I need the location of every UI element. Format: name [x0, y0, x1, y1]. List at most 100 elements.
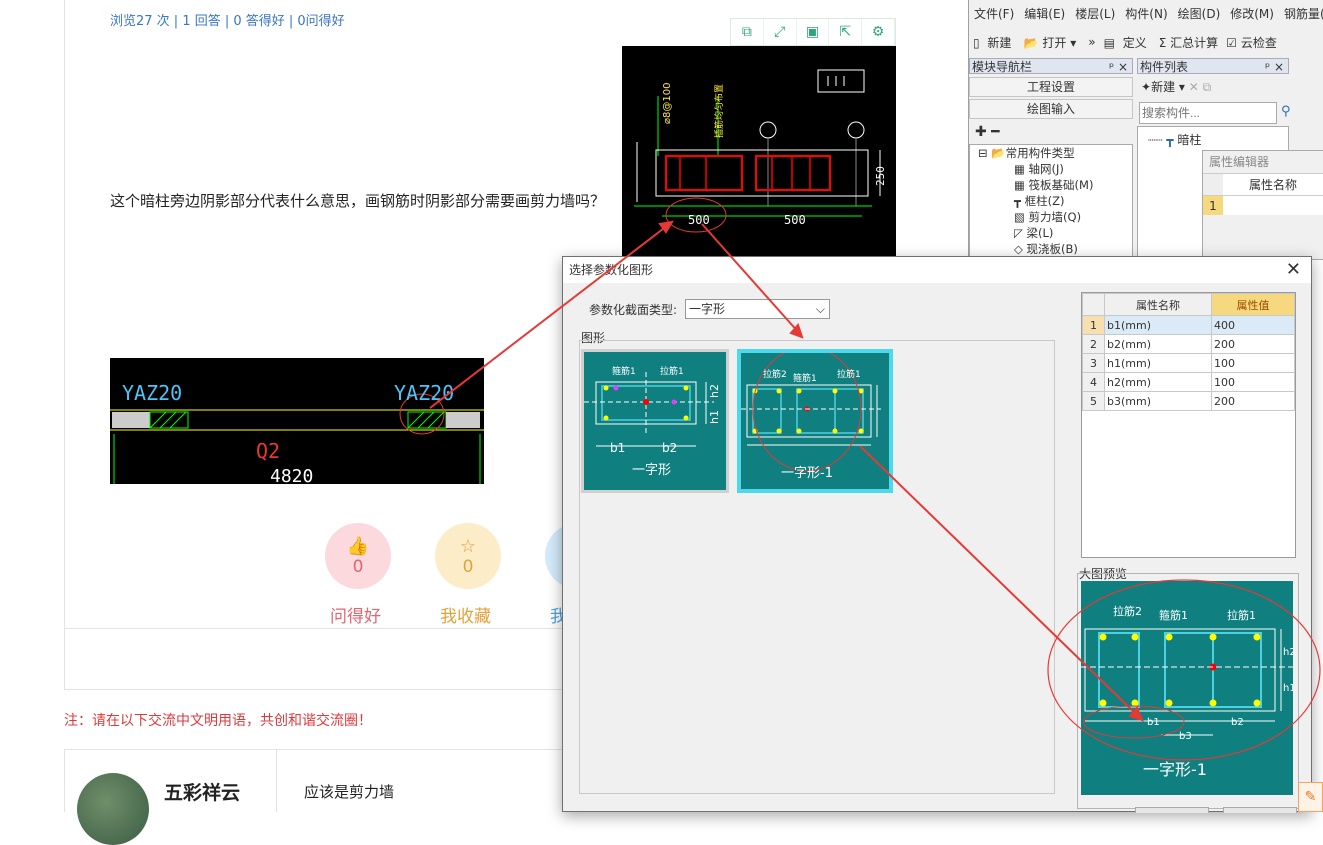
answer-border-top — [64, 749, 564, 750]
component-item-hidden-column[interactable]: ┈┈ ┳ 暗柱 — [1138, 127, 1288, 148]
menu-modify[interactable]: 修改(M) — [1225, 5, 1279, 22]
cad-annotation-rebar: ⌀8@100 — [662, 83, 673, 124]
cloud-check-button[interactable]: ☑ 云检查 — [1222, 34, 1285, 51]
favorite-count: 0 — [462, 556, 474, 577]
close-icon[interactable]: ᵖ × — [1265, 59, 1284, 75]
menu-rebar[interactable]: 钢筋量(C — [1279, 5, 1323, 22]
preview-dim-h2: h2 — [1283, 647, 1293, 658]
main-toolbar: ▯ 新建 📂 打开 ▾ » ▤ 定义 Σ 汇总计算 ☑ 云检查 — [969, 30, 1323, 54]
copy-icon[interactable]: ⧉ — [731, 19, 764, 45]
preview-dim-b3: b3 — [1179, 731, 1192, 742]
prop-value-input[interactable]: 400 — [1211, 315, 1295, 335]
save-icon[interactable]: ▣ — [797, 19, 830, 45]
answer-text: 应该是剪力墙 — [304, 783, 395, 801]
table-row[interactable]: 1 b1(mm) 400 — [1082, 315, 1295, 335]
property-name-header: 属性名称 — [1248, 178, 1297, 192]
table-row[interactable]: 3 h1(mm) 100 — [1082, 353, 1295, 373]
shape2-label-tie1: 拉筋1 — [837, 368, 861, 380]
prop-name: b2(mm) — [1104, 334, 1212, 354]
shape1-dim-b2: b2 — [662, 441, 677, 455]
chevron-down-icon: ⌵ — [815, 302, 825, 316]
cad-plan-drawing: YAZ20 YAZ20 Q2 4820 — [110, 381, 484, 484]
dialog-title: 选择参数化图形 — [563, 257, 1311, 283]
star-icon: ☆ — [459, 535, 477, 557]
comp-new-button[interactable]: ✦新建 ▾ ✕ ⧉ — [1141, 78, 1211, 95]
table-row[interactable]: 4 h2(mm) 100 — [1082, 372, 1295, 392]
avatar[interactable] — [77, 773, 149, 845]
shape-option-straight[interactable]: 箍筋1 拉筋1 b1 b2 h1 h2 一字形 — [581, 349, 729, 493]
tree-item-column[interactable]: ┳ 框柱(Z) — [970, 193, 1132, 209]
cancel-button[interactable] — [1223, 807, 1297, 813]
prop-value-input[interactable]: 100 — [1211, 353, 1295, 373]
menu-component[interactable]: 构件(N) — [1120, 5, 1172, 22]
new-button[interactable]: ▯ 新建 — [969, 34, 1019, 51]
prop-value-input[interactable]: 200 — [1211, 391, 1295, 411]
shape2-label-tie2: 拉筋2 — [763, 368, 787, 380]
shape1-name: 一字形 — [632, 463, 671, 478]
menu-draw[interactable]: 绘图(D) — [1173, 5, 1226, 22]
tree-item-axis[interactable]: ▦ 轴网(J) — [970, 161, 1132, 177]
question-text: 这个暗柱旁边阴影部分代表什么意思，画钢筋时阴影部分需要画剪力墙吗？ — [110, 192, 606, 210]
gtj-app-window: 文件(F) 编辑(E) 楼层(L) 构件(N) 绘图(D) 修改(M) 钢筋量(… — [968, 0, 1323, 260]
tree-item-beam[interactable]: ◸ 梁(L) — [970, 225, 1132, 241]
table-row[interactable]: 5 b3(mm) 200 — [1082, 391, 1295, 411]
shape-option-straight-1[interactable]: 拉筋2 箍筋1 拉筋1 一字形-1 — [737, 346, 893, 493]
close-icon[interactable]: ✕ — [1286, 259, 1301, 280]
cad-label-left: YAZ20 — [122, 381, 182, 405]
content-border-bottom — [64, 689, 564, 690]
preview-name: 一字形-1 — [1143, 760, 1207, 779]
answer-col-divider — [276, 749, 277, 812]
gear-icon[interactable]: ⚙ — [862, 19, 895, 45]
section-type-label: 参数化截面类型: — [589, 303, 678, 317]
share-icon[interactable]: ⇱ — [829, 19, 863, 45]
prop-value-input[interactable]: 100 — [1211, 372, 1295, 392]
calc-button[interactable]: Σ 汇总计算 — [1155, 34, 1222, 51]
prop-value-input[interactable]: 200 — [1211, 334, 1295, 354]
table-row[interactable]: 2 b2(mm) 200 — [1082, 334, 1295, 354]
large-preview-diagram: 拉筋2 箍筋1 拉筋1 b1 b2 b3 h1 h2 一字形-1 — [1081, 604, 1296, 779]
preview-dim-b2: b2 — [1231, 717, 1244, 728]
more-button[interactable]: » — [1084, 35, 1099, 49]
cad-dim-left: 500 — [688, 213, 710, 227]
answer-user-name[interactable]: 五彩祥云 — [164, 778, 240, 805]
shape-straight-diagram: 箍筋1 拉筋1 b1 b2 h1 h2 一字形 — [584, 365, 721, 478]
good-question-button[interactable]: 👍 0 — [325, 523, 391, 589]
menu-edit[interactable]: 编辑(E) — [1019, 5, 1070, 22]
tree-item-slab[interactable]: ◇ 现浇板(B) — [970, 241, 1132, 257]
tree-item-shear-wall[interactable]: ▧ 剪力墙(Q) — [970, 209, 1132, 225]
cad-dim-right: 500 — [784, 213, 806, 227]
close-icon[interactable]: ᵖ × — [1109, 59, 1128, 75]
define-button[interactable]: ▤ 定义 — [1100, 34, 1155, 51]
prop-name: b3(mm) — [1104, 391, 1212, 411]
cad-plan-image[interactable]: YAZ20 YAZ20 Q2 4820 — [110, 358, 484, 484]
shape1-label-stirrup: 箍筋1 — [612, 365, 636, 377]
search-icon[interactable]: ⚲ — [1281, 104, 1291, 119]
cad-section-image[interactable]: ⌀8@100 插筋均匀布置 500 500 250 — [622, 46, 896, 260]
shape1-dim-h1: h1 — [708, 410, 721, 424]
expand-collapse-icon[interactable]: ✚ ━ — [975, 124, 1000, 140]
tree-item-common[interactable]: ⊟ 📂常用构件类型 — [970, 145, 1132, 161]
content-border-left — [64, 0, 65, 690]
menu-file[interactable]: 文件(F) — [969, 5, 1019, 22]
ok-button[interactable] — [1135, 807, 1209, 813]
answer-border-left — [64, 749, 65, 812]
favorite-button[interactable]: ☆ 0 — [435, 523, 501, 589]
nav-project-settings[interactable]: 工程设置 — [969, 77, 1133, 97]
preview-label-stirrup: 箍筋1 — [1159, 608, 1188, 622]
floating-logo-icon[interactable]: ✎ — [1298, 782, 1323, 812]
menu-bar: 文件(F) 编辑(E) 楼层(L) 构件(N) 绘图(D) 修改(M) 钢筋量(… — [969, 0, 1323, 26]
community-notice: 注：请在以下交流中文明用语，共创和谐交流圈！ — [64, 713, 372, 729]
section-type-select[interactable]: 一字形 ⌵ — [685, 299, 830, 319]
menu-floor[interactable]: 楼层(L) — [1070, 5, 1120, 22]
prop-name: h2(mm) — [1104, 372, 1212, 392]
component-search-input[interactable] — [1139, 102, 1277, 124]
preview-dim-h1: h1 — [1283, 683, 1293, 694]
fullscreen-icon[interactable]: ⤢ — [764, 19, 797, 45]
cad-section-drawing: ⌀8@100 插筋均匀布置 500 500 250 — [634, 69, 887, 233]
image-toolbar: ⧉ ⤢ ▣ ⇱ ⚙ — [730, 18, 896, 46]
shape1-dim-h2: h2 — [708, 384, 721, 398]
nav-drawing-input[interactable]: 绘图输入 — [969, 99, 1133, 119]
tree-item-raft[interactable]: ▦ 筏板基础(M) — [970, 177, 1132, 193]
preview-dim-b1: b1 — [1147, 717, 1160, 728]
open-button[interactable]: 📂 打开 ▾ — [1019, 34, 1084, 51]
